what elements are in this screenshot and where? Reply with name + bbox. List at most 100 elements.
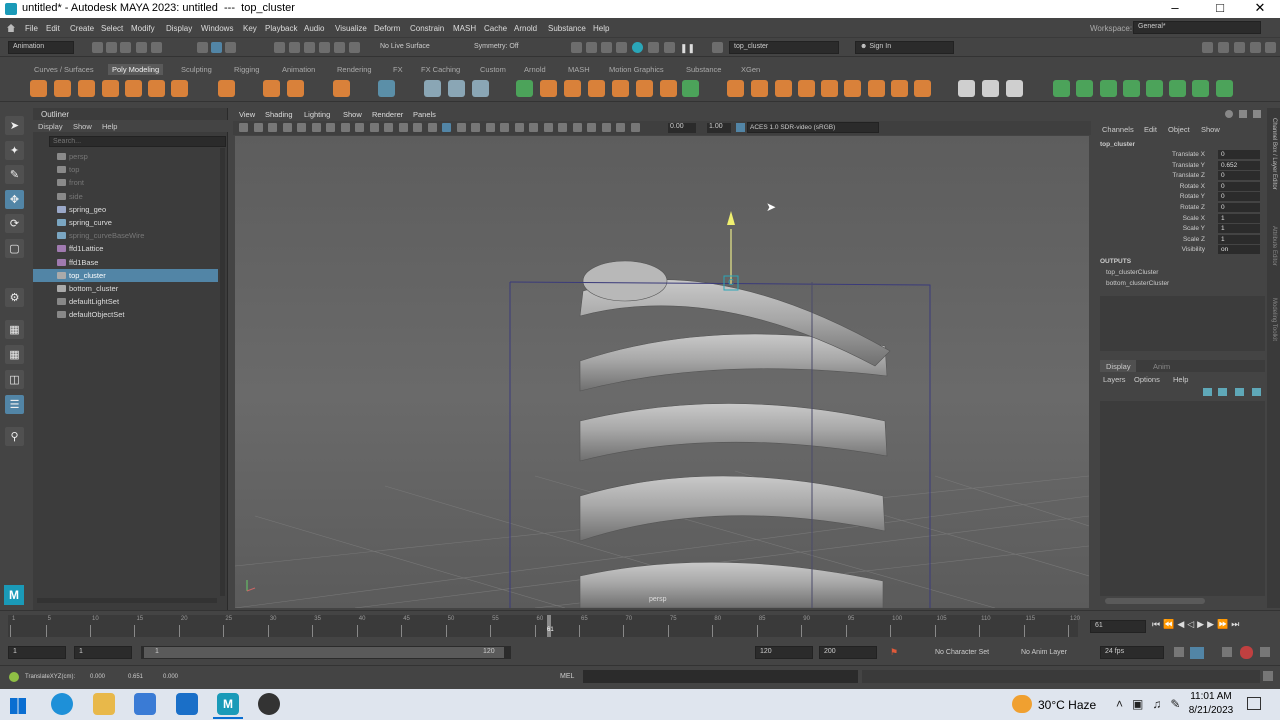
animation-prefs-icon[interactable] (1260, 647, 1270, 657)
shelf-tab-sculpting[interactable]: Sculpting (177, 64, 216, 75)
bookmarks-icon[interactable] (268, 123, 277, 132)
channel-attr-name[interactable]: Translate Z (1172, 172, 1205, 179)
recorder-icon[interactable] (258, 693, 280, 715)
chevron-up-icon[interactable]: ˄ (1116, 697, 1132, 711)
outliner-item[interactable]: bottom_cluster (33, 282, 218, 295)
anti-aliasing-icon[interactable] (543, 123, 553, 132)
channels-menu-channels[interactable]: Channels (1102, 125, 1134, 134)
arnold-ipr-icon[interactable] (664, 42, 675, 53)
side-tab-modeling-toolkit[interactable]: Modeling Toolkit (1271, 298, 1277, 341)
menu-playback[interactable]: Playback (265, 24, 297, 33)
menu-audio[interactable]: Audio (304, 24, 324, 33)
poly-disc-icon[interactable] (171, 80, 188, 97)
lights-icon[interactable] (485, 123, 495, 132)
lasso-tool-icon[interactable]: ✦ (5, 141, 24, 160)
single-perspective-layout-icon[interactable]: ▦ (5, 320, 24, 339)
menu-cache[interactable]: Cache (484, 24, 507, 33)
go-to-start-icon[interactable]: ⏮ (1152, 619, 1163, 629)
channel-attr-value[interactable]: 0 (1218, 192, 1260, 202)
channels-menu-show[interactable]: Show (1201, 125, 1220, 134)
exposure-field[interactable]: 0.00 (668, 123, 696, 133)
svg-icon[interactable] (333, 80, 350, 97)
combine-icon[interactable] (424, 80, 441, 97)
command-input[interactable] (583, 670, 858, 683)
toggle-attribute-editor-icon[interactable] (1234, 42, 1245, 53)
clock-time[interactable]: 11:01 AM (1186, 691, 1236, 702)
multi-cut-icon[interactable] (682, 80, 699, 97)
four-view-layout-icon[interactable]: ▦ (5, 345, 24, 364)
channel-attr-value[interactable]: on (1218, 245, 1260, 255)
layer-tab-display[interactable]: Display (1100, 360, 1136, 372)
menu-constrain[interactable]: Constrain (410, 24, 444, 33)
menu-visualize[interactable]: Visualize (335, 24, 367, 33)
center-pivot-icon[interactable] (1100, 80, 1117, 97)
shelf-tab-animation[interactable]: Animation (278, 64, 319, 75)
motion-blur-icon[interactable] (529, 123, 538, 132)
viewport-menu-shading[interactable]: Shading (265, 110, 293, 119)
anim-layer-select[interactable]: No Anim Layer (1021, 649, 1067, 656)
outliner-item[interactable]: spring_curve (33, 216, 218, 229)
grease-pencil-icon[interactable] (311, 123, 321, 132)
sweep-mesh-icon[interactable] (263, 80, 280, 97)
sculpt-icon[interactable] (958, 80, 975, 97)
snap-pivot-icon[interactable] (349, 42, 360, 53)
bevel-icon[interactable] (612, 80, 629, 97)
step-back-frame-icon[interactable]: ◀ (1177, 619, 1187, 629)
cache-icon[interactable] (1190, 647, 1204, 659)
toggle-tool-settings-icon[interactable] (1250, 42, 1261, 53)
shelf-tab-curves-surfaces[interactable]: Curves / Surfaces (30, 64, 98, 75)
safe-action-icon[interactable] (398, 123, 408, 132)
symmetry-label[interactable]: Symmetry: Off (474, 43, 519, 50)
show-manipulator-icon[interactable]: ⚙ (5, 288, 24, 307)
hypershade-icon[interactable] (632, 42, 643, 53)
smooth-icon[interactable] (472, 80, 489, 97)
channel-attr-value[interactable]: 0 (1218, 203, 1260, 212)
channel-attr-name[interactable]: Rotate Y (1180, 193, 1205, 200)
paint-select-tool-icon[interactable]: ✎ (5, 165, 24, 184)
mirror-icon[interactable] (540, 80, 557, 97)
outliner-item[interactable]: spring_geo (33, 203, 218, 216)
menu-windows[interactable]: Windows (201, 24, 233, 33)
cleanup-icon[interactable] (1216, 80, 1233, 97)
fps-select[interactable]: 24 fps (1100, 646, 1164, 659)
channel-attr-value[interactable]: 0 (1218, 171, 1260, 181)
workspace-select[interactable]: General* (1133, 21, 1261, 34)
shelf-tab-rendering[interactable]: Rendering (333, 64, 376, 75)
channels-menu-object[interactable]: Object (1168, 125, 1190, 134)
textured-icon[interactable] (471, 123, 480, 132)
channel-options-icon[interactable] (1225, 110, 1233, 118)
select-hierarchy-icon[interactable] (197, 42, 208, 53)
channel-attr-value[interactable]: 0 (1218, 181, 1260, 191)
save-scene-icon[interactable] (120, 42, 131, 53)
outliner-item[interactable]: defaultObjectSet (33, 308, 218, 321)
snap-surface-icon[interactable] (334, 42, 345, 53)
move-layer-down-icon[interactable] (1218, 388, 1227, 396)
render-frame-icon[interactable] (586, 42, 597, 53)
channel-attr-name[interactable]: Translate Y (1172, 162, 1205, 169)
poly-type-icon[interactable] (287, 80, 304, 97)
toggle-channel-box-icon[interactable] (1265, 42, 1276, 53)
outliner-item[interactable]: top_cluster (33, 268, 218, 282)
insert-edge-loop-icon[interactable] (775, 80, 792, 97)
default-material-icon[interactable] (456, 123, 466, 132)
append-polygon-icon[interactable] (660, 80, 677, 97)
maya-taskbar-icon[interactable]: M (217, 693, 239, 715)
extrude-icon[interactable] (564, 80, 581, 97)
poly-cone-icon[interactable] (102, 80, 119, 97)
input-line-icon[interactable] (712, 42, 723, 53)
harden-edge-icon[interactable] (1192, 80, 1209, 97)
windows-start-icon[interactable] (10, 698, 26, 714)
side-tab-channel-box[interactable]: Channel Box / Layer Editor (1271, 118, 1277, 190)
channel-attr-value[interactable]: 1 (1218, 224, 1260, 234)
channel-lock-icon[interactable] (1239, 110, 1247, 118)
ipr-render-icon[interactable] (601, 42, 612, 53)
xray-icon[interactable] (587, 123, 596, 132)
edge-loop-icon[interactable] (751, 80, 768, 97)
menu-file[interactable]: File (25, 24, 38, 33)
color-management-icon[interactable] (736, 123, 745, 132)
bridge-icon[interactable] (588, 80, 605, 97)
maximize-button[interactable]: □ (1200, 0, 1240, 18)
network-icon[interactable]: ▣ (1132, 697, 1152, 711)
outliner-menu-help[interactable]: Help (102, 122, 117, 131)
image-plane-icon[interactable] (282, 123, 292, 132)
